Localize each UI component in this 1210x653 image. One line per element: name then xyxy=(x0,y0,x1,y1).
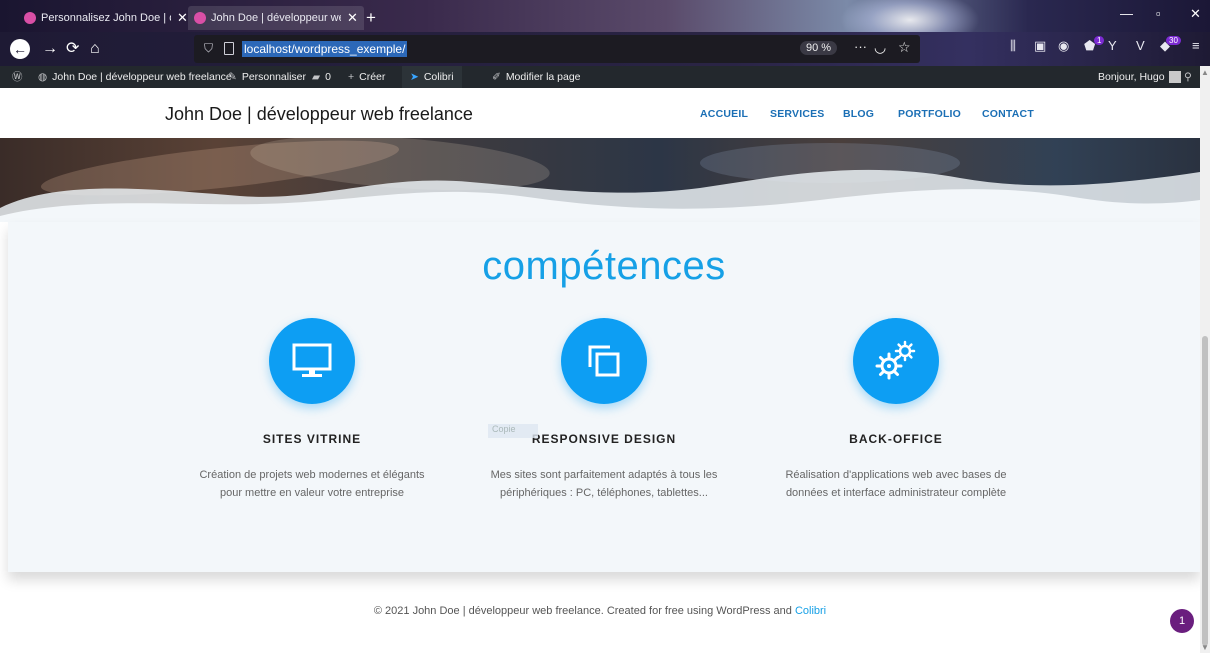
scroll-up-icon[interactable]: ▲ xyxy=(1201,68,1209,77)
back-icon[interactable]: ← xyxy=(10,39,30,59)
site-header: John Doe | développeur web freelance ACC… xyxy=(0,88,1200,138)
skill-description: Création de projets web modernes et élég… xyxy=(162,466,462,502)
drag-ghost-label: Copie xyxy=(488,424,538,438)
bookmark-star-icon[interactable]: ☆ xyxy=(898,39,911,56)
wp-admin-bar: Ⓦ ◍ John Doe | développeur web freelance… xyxy=(0,66,1210,88)
skill-card-back-office: BACK-OFFICE Réalisation d'applications w… xyxy=(746,318,1046,502)
create-label: Créer xyxy=(359,71,386,83)
wp-comments[interactable]: ▰ 0 xyxy=(312,66,331,88)
wp-logo-icon[interactable]: Ⓦ xyxy=(12,66,28,88)
close-window-icon[interactable]: ✕ xyxy=(1190,6,1201,22)
minimize-icon[interactable]: — xyxy=(1120,6,1133,21)
wp-search-icon[interactable]: ⚲ xyxy=(1184,66,1197,88)
forward-icon[interactable]: → xyxy=(42,39,58,59)
reload-icon[interactable]: ⟳ xyxy=(66,39,79,59)
gears-icon xyxy=(853,318,939,404)
tab-title: Personnalisez John Doe | dévelo xyxy=(41,12,171,24)
page-icon xyxy=(224,42,234,55)
skill-description: Mes sites sont parfaitement adaptés à to… xyxy=(454,466,754,502)
account-icon[interactable]: ◉ xyxy=(1058,38,1069,54)
skill-description-line: périphériques : PC, téléphones, tablette… xyxy=(500,487,708,499)
favicon-icon xyxy=(194,12,206,24)
favicon-icon xyxy=(24,12,36,24)
copy-icon xyxy=(561,318,647,404)
wp-colibri[interactable]: ➤ Colibri xyxy=(402,66,462,88)
browser-nav-bar: ← → ⟳ ⌂ ⛉ localhost/wordpress_exemple/ 9… xyxy=(0,32,1210,66)
shield-icon[interactable]: ⛉ xyxy=(204,41,213,56)
zoom-level[interactable]: 90 % xyxy=(800,41,838,55)
menu-hamburger-icon[interactable]: ≡ xyxy=(1192,38,1200,53)
skill-title: BACK-OFFICE xyxy=(849,432,943,446)
site-name-label: John Doe | développeur web freelance xyxy=(52,71,232,83)
skill-description-line: Réalisation d'applications web avec base… xyxy=(785,469,1007,481)
url-text[interactable]: localhost/wordpress_exemple/ xyxy=(242,41,408,57)
comment-icon: ▰ xyxy=(312,71,321,83)
greeting-label: Bonjour, Hugo xyxy=(1098,71,1165,83)
menu-item-portfolio[interactable]: PORTFOLIO xyxy=(898,108,961,120)
skill-description-line: pour mettre en valeur votre entreprise xyxy=(219,487,405,499)
new-tab-button[interactable]: + xyxy=(366,8,376,28)
comments-count: 0 xyxy=(325,71,331,83)
scrollbar-thumb[interactable] xyxy=(1202,336,1208,646)
plus-icon: + xyxy=(348,71,355,83)
skills-heading: compétences xyxy=(482,244,726,288)
scroll-down-icon[interactable]: ▼ xyxy=(1201,643,1209,652)
menu-item-blog[interactable]: BLOG xyxy=(843,108,874,120)
colibri-icon: ➤ xyxy=(410,71,419,83)
pencil-icon: ✐ xyxy=(492,71,501,83)
library-icon[interactable]: ⫼ xyxy=(1010,38,1016,54)
menu-item-contact[interactable]: CONTACT xyxy=(982,108,1034,120)
tab-customizer[interactable]: Personnalisez John Doe | dévelo ✕ xyxy=(18,6,194,30)
skill-description-line: Mes sites sont parfaitement adaptés à to… xyxy=(490,469,718,481)
brush-icon: ✎ xyxy=(228,71,237,83)
wp-site-name[interactable]: ◍ John Doe | développeur web freelance xyxy=(38,66,232,88)
skill-title: SITES VITRINE xyxy=(262,432,362,446)
menu-item-services[interactable]: SERVICES xyxy=(770,108,825,120)
vuejs-icon[interactable]: V xyxy=(1136,38,1145,53)
pocket-icon[interactable]: ◡ xyxy=(874,39,886,56)
site-title[interactable]: John Doe | développeur web freelance xyxy=(165,104,473,125)
skill-description-line: Création de projets web modernes et élég… xyxy=(199,469,425,481)
sidebar-icon[interactable]: ▣ xyxy=(1034,38,1046,54)
monitor-icon xyxy=(269,318,355,404)
site-footer: © 2021 John Doe | développeur web freela… xyxy=(0,605,1200,617)
home-icon[interactable]: ⌂ xyxy=(90,39,100,59)
skill-card-sites-vitrine: SITES VITRINE Création de projets web mo… xyxy=(162,318,462,502)
extension-badge: 30 xyxy=(1166,36,1181,45)
edit-page-label: Modifier la page xyxy=(505,71,581,83)
tab-site[interactable]: John Doe | développeur web fr ✕ xyxy=(188,6,364,30)
footer-text: © 2021 John Doe | développeur web freela… xyxy=(373,605,795,617)
wp-account[interactable]: Bonjour, Hugo xyxy=(1098,66,1181,88)
extension-y-icon[interactable]: Y xyxy=(1108,38,1117,53)
page-actions-icon[interactable]: ··· xyxy=(854,39,867,54)
wp-new[interactable]: + Créer xyxy=(348,66,385,88)
footer-colibri-link[interactable]: Colibri xyxy=(795,605,826,617)
customize-label: Personnaliser xyxy=(241,71,307,83)
hero-background xyxy=(0,138,1200,222)
menu-item-accueil[interactable]: ACCUEIL xyxy=(700,108,748,120)
skill-description-line: données et interface administrateur comp… xyxy=(785,487,1007,499)
close-tab-icon[interactable]: ✕ xyxy=(177,10,188,26)
wp-customize[interactable]: ✎ Personnaliser xyxy=(228,66,306,88)
wave-divider xyxy=(0,169,1200,222)
skill-card-responsive-design: RESPONSIVE DESIGN Mes sites sont parfait… xyxy=(454,318,754,502)
wp-edit-page[interactable]: ✐ Modifier la page xyxy=(492,66,581,88)
close-tab-icon[interactable]: ✕ xyxy=(347,10,358,26)
maximize-icon[interactable]: ▫ xyxy=(1156,6,1161,21)
dashboard-icon: ◍ xyxy=(38,71,48,83)
browser-tab-bar: Personnalisez John Doe | dévelo ✕ John D… xyxy=(0,0,1210,50)
url-bar[interactable]: ⛉ localhost/wordpress_exemple/ 90 % ··· … xyxy=(194,35,920,63)
notification-badge[interactable]: 1 xyxy=(1170,609,1194,633)
avatar xyxy=(1168,71,1181,83)
skills-section: compétences SITES VITRINE Création de pr… xyxy=(8,222,1200,572)
skill-description: Réalisation d'applications web avec base… xyxy=(746,466,1046,502)
colibri-label: Colibri xyxy=(423,71,454,83)
tab-title: John Doe | développeur web fr xyxy=(211,12,341,24)
